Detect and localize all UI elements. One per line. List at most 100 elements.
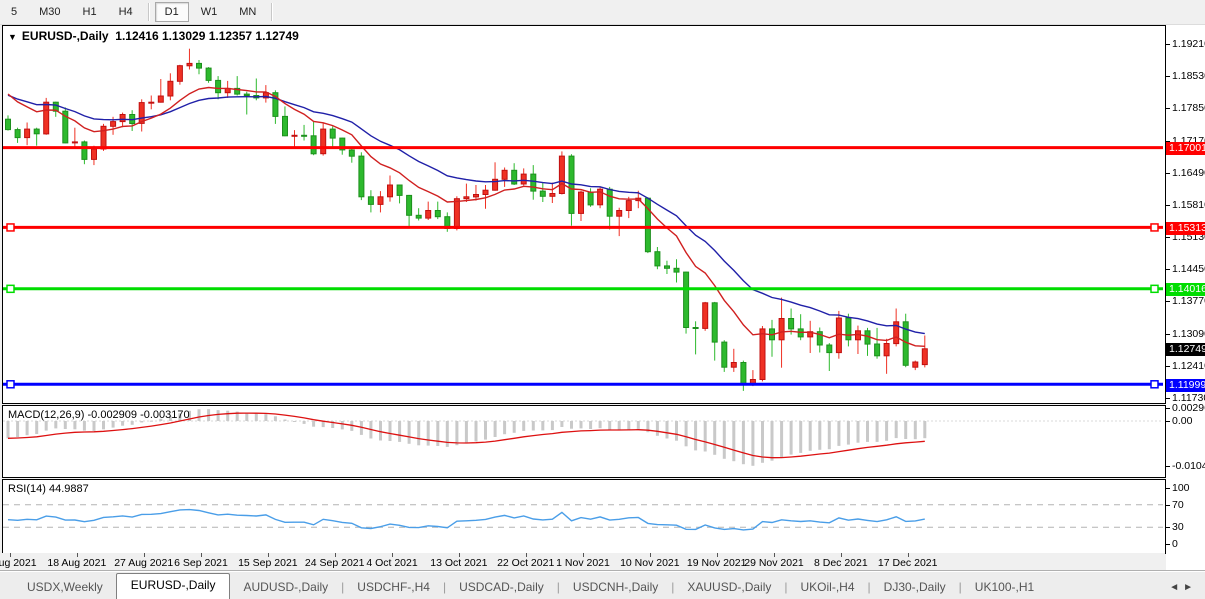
main-chart-panel[interactable]: ▼EURUSD-,Daily 1.12416 1.13029 1.12357 1… (2, 25, 1166, 404)
macd-histogram-bar (685, 421, 688, 446)
candle-body (197, 63, 202, 68)
timeframe-button-MN[interactable]: MN (229, 2, 266, 22)
macd-values: -0.002909 -0.003170 (87, 409, 189, 421)
macd-histogram-bar (771, 421, 774, 461)
timeframe-button-H1[interactable]: H1 (73, 2, 107, 22)
date-axis-label: 6 Sep 2021 (174, 557, 228, 569)
rsi-axis-tick (1166, 527, 1170, 528)
price-axis[interactable]: 1.192101.185301.178501.171701.164901.158… (1166, 25, 1205, 572)
price-axis-label: 1.19210 (1172, 38, 1205, 50)
macd-histogram-bar (312, 421, 315, 427)
tab-XAUUSD-Daily[interactable]: XAUUSD-,Daily (674, 576, 784, 599)
date-axis-label: 22 Oct 2021 (497, 557, 554, 569)
macd-histogram-bar (799, 421, 802, 453)
candle-body (540, 191, 545, 196)
rsi-axis-label: 30 (1172, 521, 1184, 533)
macd-histogram-bar (828, 421, 831, 449)
candle-body (521, 174, 526, 184)
tab-USDCHF-H4[interactable]: USDCHF-,H4 (344, 576, 443, 599)
tab-EURUSD-Daily[interactable]: EURUSD-,Daily (116, 573, 231, 599)
macd-histogram-bar (475, 421, 478, 442)
hline-handle[interactable] (1151, 224, 1158, 231)
candle-body (349, 150, 354, 156)
candle-body (674, 268, 679, 272)
timeframe-button-H4[interactable]: H4 (109, 2, 143, 22)
scroll-left-icon[interactable]: ◄ (1169, 582, 1183, 593)
macd-histogram-bar (417, 421, 420, 445)
macd-histogram-bar (618, 421, 621, 430)
macd-histogram-bar (885, 421, 888, 441)
scroll-right-icon[interactable]: ► (1183, 582, 1197, 593)
candle-body (454, 199, 459, 229)
chart-dropdown-icon[interactable]: ▼ (8, 32, 17, 42)
tab-USDX-Weekly[interactable]: USDX,Weekly (14, 576, 116, 599)
macd-histogram-bar (93, 421, 96, 431)
hline-handle[interactable] (7, 224, 14, 231)
candle-body (388, 185, 393, 197)
candle-body (550, 194, 555, 197)
macd-histogram-bar (666, 421, 669, 439)
timeframe-button-5[interactable]: 5 (1, 2, 27, 22)
macd-histogram-bar (284, 420, 287, 422)
candle-body (15, 130, 20, 138)
candle-body (502, 170, 507, 179)
macd-histogram-bar (255, 414, 258, 421)
price-axis-tick (1166, 366, 1170, 367)
tab-UKOil-H4[interactable]: UKOil-,H4 (788, 576, 868, 599)
candle-body (44, 102, 49, 134)
candle-body (884, 344, 889, 356)
macd-histogram-bar (484, 421, 487, 440)
candle-body (435, 211, 440, 217)
macd-axis-label: 0.00 (1172, 415, 1192, 427)
macd-histogram-bar (914, 421, 917, 439)
price-tag-1.11999: 1.11999 (1166, 379, 1205, 392)
hline-handle[interactable] (7, 381, 14, 388)
current-price-tag: 1.12749 (1166, 343, 1205, 356)
tab-USDCAD-Daily[interactable]: USDCAD-,Daily (446, 576, 557, 599)
macd-histogram-bar (675, 421, 678, 441)
hline-handle[interactable] (1151, 285, 1158, 292)
candle-body (693, 328, 698, 329)
candle-body (722, 342, 727, 367)
price-axis-label: 1.12410 (1172, 360, 1205, 372)
candle-body (875, 344, 880, 356)
price-axis-tick (1166, 269, 1170, 270)
tab-AUDUSD-Daily[interactable]: AUDUSD-,Daily (230, 576, 341, 599)
candle-body (359, 156, 364, 197)
price-axis-tick (1166, 205, 1170, 206)
macd-axis-tick (1166, 421, 1170, 422)
macd-histogram-bar (532, 421, 535, 431)
macd-panel[interactable]: MACD(12,26,9) -0.002909 -0.003170 (2, 405, 1166, 478)
tab-UK100-H1[interactable]: UK100-,H1 (962, 576, 1047, 599)
price-axis-tick (1166, 76, 1170, 77)
macd-histogram-bar (608, 421, 611, 430)
timeframe-button-W1[interactable]: W1 (191, 2, 228, 22)
candlestick-chart-canvas[interactable] (3, 26, 1163, 401)
price-axis-tick (1166, 398, 1170, 399)
macd-histogram-bar (16, 421, 19, 437)
timeframe-button-D1[interactable]: D1 (155, 2, 189, 22)
tab-DJ30-Daily[interactable]: DJ30-,Daily (871, 576, 959, 599)
rsi-panel[interactable]: RSI(14) 44.9887 (2, 479, 1166, 554)
candle-body (913, 362, 918, 367)
candle-body (111, 122, 116, 127)
price-axis-tick (1166, 44, 1170, 45)
macd-histogram-bar (245, 413, 248, 421)
macd-histogram-bar (264, 414, 267, 421)
candle-body (6, 119, 11, 129)
hline-handle[interactable] (7, 285, 14, 292)
candle-body (283, 116, 288, 135)
date-axis-label: 1 Nov 2021 (556, 557, 610, 569)
rsi-axis-label: 100 (1172, 482, 1190, 494)
hline-handle[interactable] (1151, 381, 1158, 388)
candle-body (378, 197, 383, 205)
mt4-window: 5M30H1H4 D1W1MN ▼EURUSD-,Daily 1.12416 1.… (0, 0, 1205, 599)
tab-USDCNH-Daily[interactable]: USDCNH-,Daily (560, 576, 671, 599)
price-tag-1.17001: 1.17001 (1166, 142, 1205, 155)
macd-histogram-bar (274, 416, 277, 421)
macd-histogram-bar (837, 421, 840, 446)
rsi-value: 44.9887 (49, 483, 89, 495)
macd-histogram-bar (54, 421, 57, 428)
timeframe-button-M30[interactable]: M30 (29, 2, 70, 22)
rsi-chart-canvas[interactable] (3, 480, 1163, 551)
